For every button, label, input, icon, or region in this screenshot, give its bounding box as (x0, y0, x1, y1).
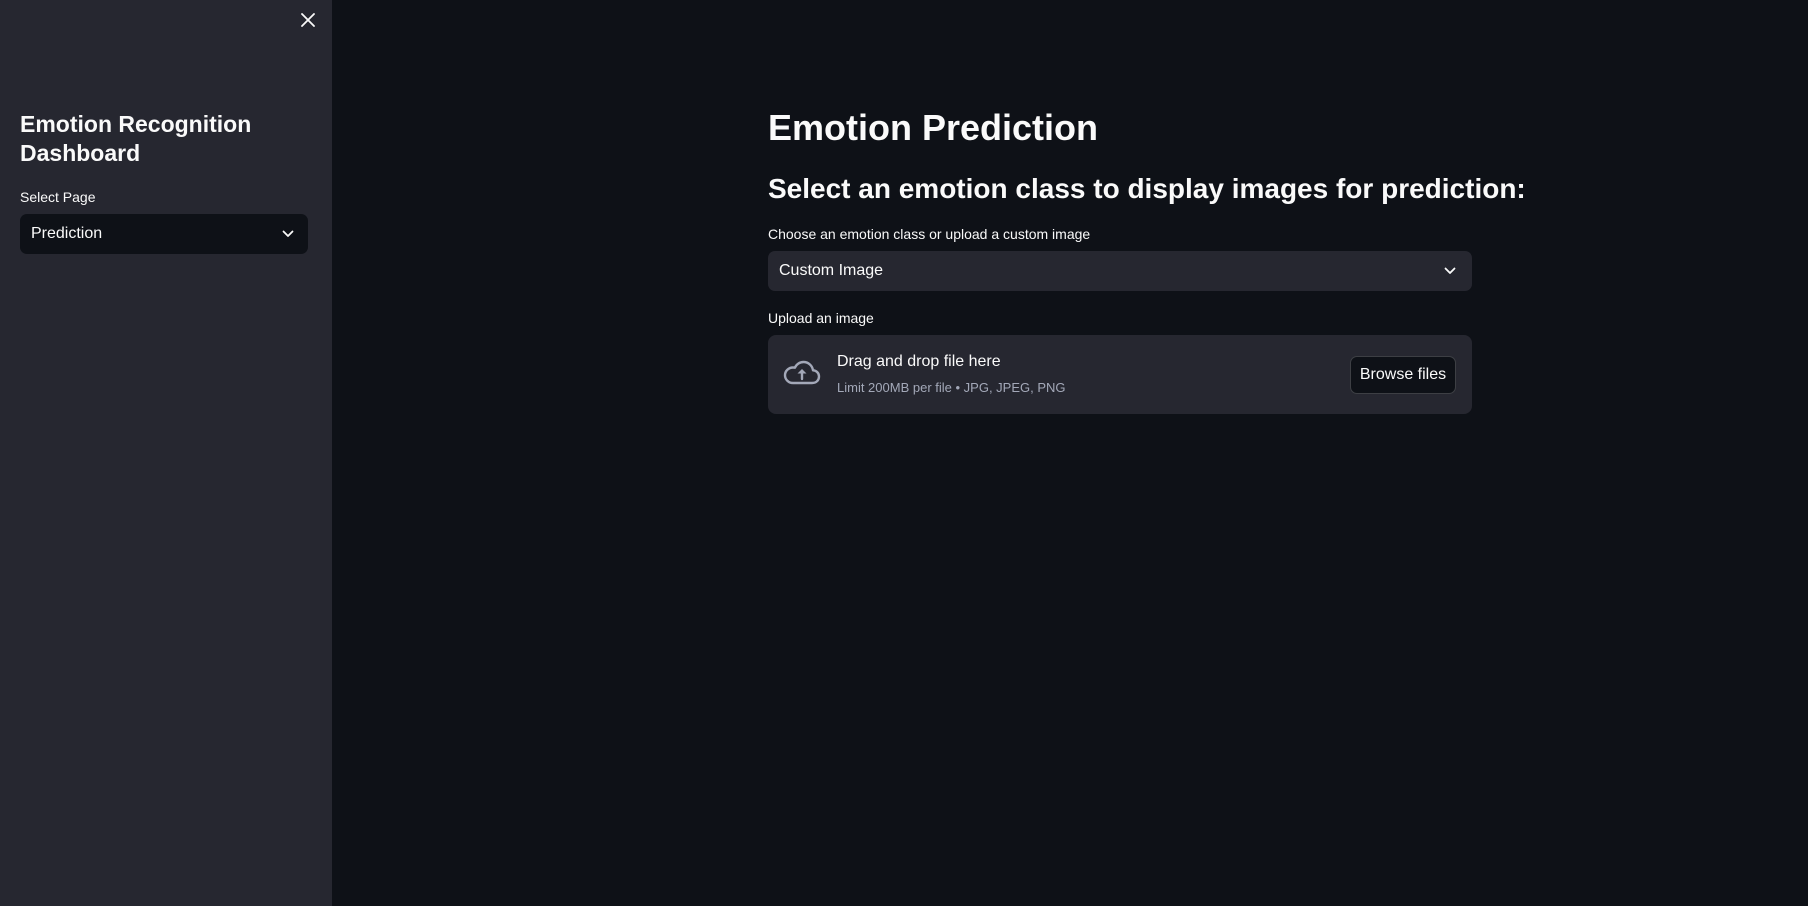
app-root: Emotion Recognition Dashboard Select Pag… (0, 0, 1808, 906)
select-page-value: Prediction (31, 225, 103, 242)
upload-label: Upload an image (768, 310, 874, 326)
sidebar-title: Emotion Recognition Dashboard (20, 111, 252, 166)
sidebar: Emotion Recognition Dashboard Select Pag… (0, 0, 332, 906)
upload-limit-text: Limit 200MB per file • JPG, JPEG, PNG (837, 380, 1066, 395)
select-page-dropdown[interactable]: Prediction (20, 214, 308, 254)
file-uploader-dropzone[interactable]: Drag and drop file here Limit 200MB per … (768, 335, 1472, 414)
chevron-down-icon (1442, 263, 1458, 279)
page-title: Emotion Prediction (768, 107, 1099, 148)
chevron-down-icon (280, 226, 296, 242)
close-icon (301, 13, 315, 27)
subheader: Select an emotion class to display image… (768, 173, 1526, 204)
close-sidebar-button[interactable] (296, 8, 320, 32)
browse-files-button[interactable]: Browse files (1350, 356, 1456, 394)
emotion-class-value: Custom Image (779, 262, 884, 279)
cloud-upload-icon (783, 360, 821, 385)
class-select-label: Choose an emotion class or upload a cust… (768, 226, 1091, 242)
select-page-label: Select Page (20, 189, 96, 205)
emotion-class-dropdown[interactable]: Custom Image (768, 251, 1472, 291)
drop-instructions: Drag and drop file here (837, 353, 1001, 370)
